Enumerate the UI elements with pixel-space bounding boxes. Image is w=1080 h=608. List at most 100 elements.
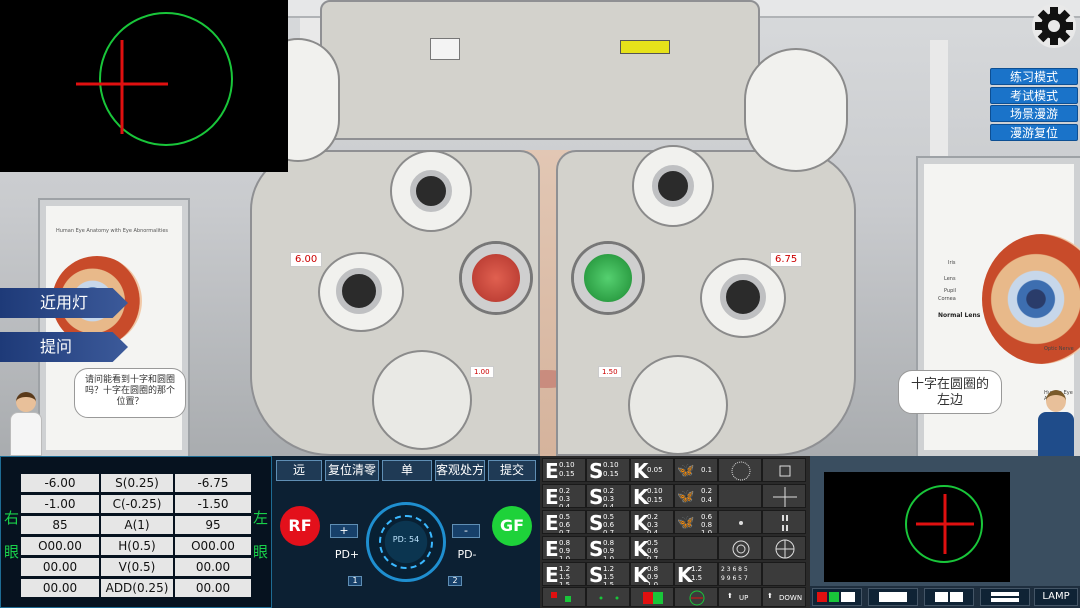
split-vertical-button[interactable]	[924, 588, 974, 606]
chart-e-1[interactable]: E 0.2 0.3 0.4	[542, 484, 586, 508]
patient-speech-bubble: 十字在圆圈的左边	[898, 370, 1002, 414]
vertical-prism-step-button[interactable]: V(0.5)	[101, 558, 173, 576]
settings-button[interactable]	[1024, 0, 1080, 52]
gf-button[interactable]: GF	[492, 506, 532, 546]
two-button[interactable]: 2	[448, 576, 462, 586]
chart-k-0[interactable]: K 0.05	[630, 458, 674, 482]
chart-grid-circle[interactable]	[762, 536, 806, 560]
right-add-value[interactable]: 00.00	[21, 579, 99, 597]
chart-k-5[interactable]: K 1.2 1.5	[674, 562, 718, 586]
split-horizontal-button[interactable]	[980, 588, 1030, 606]
chart-up-button[interactable]: ⬆ UP	[718, 587, 762, 607]
chart-s-0[interactable]: S 0.10 0.15	[586, 458, 630, 482]
practice-mode-button[interactable]: 练习模式	[990, 68, 1078, 85]
pd-minus-button[interactable]: PD-	[452, 548, 482, 563]
left-sphere-value[interactable]: -6.75	[175, 474, 251, 492]
right-axis-dial[interactable]	[628, 355, 728, 455]
chart-e-4[interactable]: E 1.2 1.5 1.5	[542, 562, 586, 586]
right-horizontal-prism-value[interactable]: O00.00	[21, 537, 99, 555]
left-lens-value: 6.00	[290, 252, 323, 267]
chart-s-1[interactable]: S 0.2 0.3 0.4	[586, 484, 630, 508]
right-cylinder-value[interactable]: -1.00	[21, 495, 99, 513]
objective-rx-button[interactable]: 客观处方	[435, 460, 485, 481]
chart-blank-3[interactable]	[674, 536, 718, 560]
right-sphere-dial[interactable]	[744, 48, 848, 172]
chart-s-4[interactable]: S 1.2 1.5 1.5	[586, 562, 630, 586]
chart-butterfly-0[interactable]: 🦋 0.1	[674, 458, 718, 482]
pd-plus-button[interactable]: PD+	[332, 548, 362, 563]
chart-e-0[interactable]: E 0.10 0.15	[542, 458, 586, 482]
single-view-button[interactable]	[868, 588, 918, 606]
plus-button[interactable]: +	[330, 524, 358, 538]
right-cylinder-dial[interactable]	[700, 258, 786, 338]
one-button[interactable]: 1	[348, 576, 362, 586]
chart-s-3[interactable]: S 0.8 0.9 1.0	[586, 536, 630, 560]
chart-e-2[interactable]: E 0.5 0.6 0.7	[542, 510, 586, 534]
far-button[interactable]: 远	[276, 460, 322, 481]
right-vertical-prism-value[interactable]: 00.00	[21, 558, 99, 576]
chart-k-3[interactable]: K 0.5 0.6 0.7	[630, 536, 674, 560]
red-green-toggle[interactable]	[812, 588, 862, 606]
left-eye-label-1: 左	[253, 509, 269, 527]
left-cylinder-dial[interactable]	[318, 252, 404, 332]
left-cylinder-value[interactable]: -1.50	[175, 495, 251, 513]
left-add-value[interactable]: 00.00	[175, 579, 251, 597]
left-vertical-prism-value[interactable]: 00.00	[175, 558, 251, 576]
left-axis-dial[interactable]	[372, 350, 472, 450]
right-aux-dial[interactable]	[632, 145, 714, 227]
poster-title: Human Eye Anatomy with Eye Abnormalities	[56, 228, 169, 234]
target-svg	[76, 12, 233, 146]
left-horizontal-prism-value[interactable]: O00.00	[175, 537, 251, 555]
chart-fixation-dots[interactable]	[586, 587, 630, 607]
chart-down-button[interactable]: ⬆ DOWN	[762, 587, 806, 607]
add-step-button[interactable]: ADD(0.25)	[101, 579, 173, 597]
chart-numbers[interactable]: 2 3 6 8 59 9 6 5 7	[718, 562, 762, 586]
left-axis-value[interactable]: 95	[175, 516, 251, 534]
chart-bars[interactable]	[762, 510, 806, 534]
target-circle	[99, 12, 233, 146]
exam-mode-button[interactable]: 考试模式	[990, 87, 1078, 104]
chart-blank-1[interactable]	[718, 484, 762, 508]
rf-button[interactable]: RF	[280, 506, 320, 546]
doctor-speech-bubble: 请问能看到十字和圆圈吗？十字在圆圈的那个位置？	[74, 368, 186, 418]
chart-k-4[interactable]: K 0.8 0.9 1.0	[630, 562, 674, 586]
chart-dot[interactable]	[718, 510, 762, 534]
prescription-panel: 右 眼 左 眼 -6.00 S(0.25) -6.75 -1.00 C(-0.2…	[0, 456, 272, 608]
chart-blank-4[interactable]	[762, 562, 806, 586]
poster-label: Lens	[944, 276, 956, 282]
chart-radial[interactable]	[718, 536, 762, 560]
near-light-button[interactable]: 近用灯	[0, 288, 128, 318]
chart-color-dots[interactable]	[542, 587, 586, 607]
reset-zero-button[interactable]: 复位清零	[325, 460, 379, 481]
chart-cross[interactable]	[762, 484, 806, 508]
ask-button[interactable]: 提问	[0, 332, 128, 362]
control-panel: 远 复位清零 单 客观处方 提交 RF GF + - PD+ PD- 1 2 P…	[272, 456, 540, 608]
roam-reset-button[interactable]: 漫游复位	[990, 124, 1078, 141]
chart-worth-circle[interactable]	[674, 587, 718, 607]
submit-button[interactable]: 提交	[488, 460, 536, 481]
cylinder-step-button[interactable]: C(-0.25)	[101, 495, 173, 513]
scene-roam-button[interactable]: 场景漫游	[990, 105, 1078, 122]
right-axis-value[interactable]: 85	[21, 516, 99, 534]
lamp-button[interactable]: LAMP	[1034, 588, 1078, 606]
pd-dial[interactable]: PD: 54	[366, 502, 446, 582]
chart-red-green[interactable]	[630, 587, 674, 607]
axis-step-button[interactable]: A(1)	[101, 516, 173, 534]
bottom-right-target-view	[824, 472, 1010, 582]
chart-k-2[interactable]: K 0.2 0.3 0.4	[630, 510, 674, 534]
chart-butterfly-1[interactable]: 🦋 0.2 0.4	[674, 484, 718, 508]
chart-sunburst[interactable]	[718, 458, 762, 482]
chart-k-1[interactable]: K 0.10 0.15	[630, 484, 674, 508]
chart-s-2[interactable]: S 0.5 0.6 0.7	[586, 510, 630, 534]
left-aux-dial[interactable]	[390, 150, 472, 232]
chart-butterfly-2[interactable]: 🦋 0.6 0.8 1.0	[674, 510, 718, 534]
horizontal-prism-step-button[interactable]: H(0.5)	[101, 537, 173, 555]
view-toolbar: LAMP	[810, 586, 1080, 608]
sphere-step-button[interactable]: S(0.25)	[101, 474, 173, 492]
single-button[interactable]: 单	[382, 460, 432, 481]
doctor-avatar	[6, 392, 46, 456]
chart-dot-box[interactable]	[762, 458, 806, 482]
right-sphere-value[interactable]: -6.00	[21, 474, 99, 492]
minus-button[interactable]: -	[452, 524, 480, 538]
chart-e-3[interactable]: E 0.8 0.9 1.0	[542, 536, 586, 560]
